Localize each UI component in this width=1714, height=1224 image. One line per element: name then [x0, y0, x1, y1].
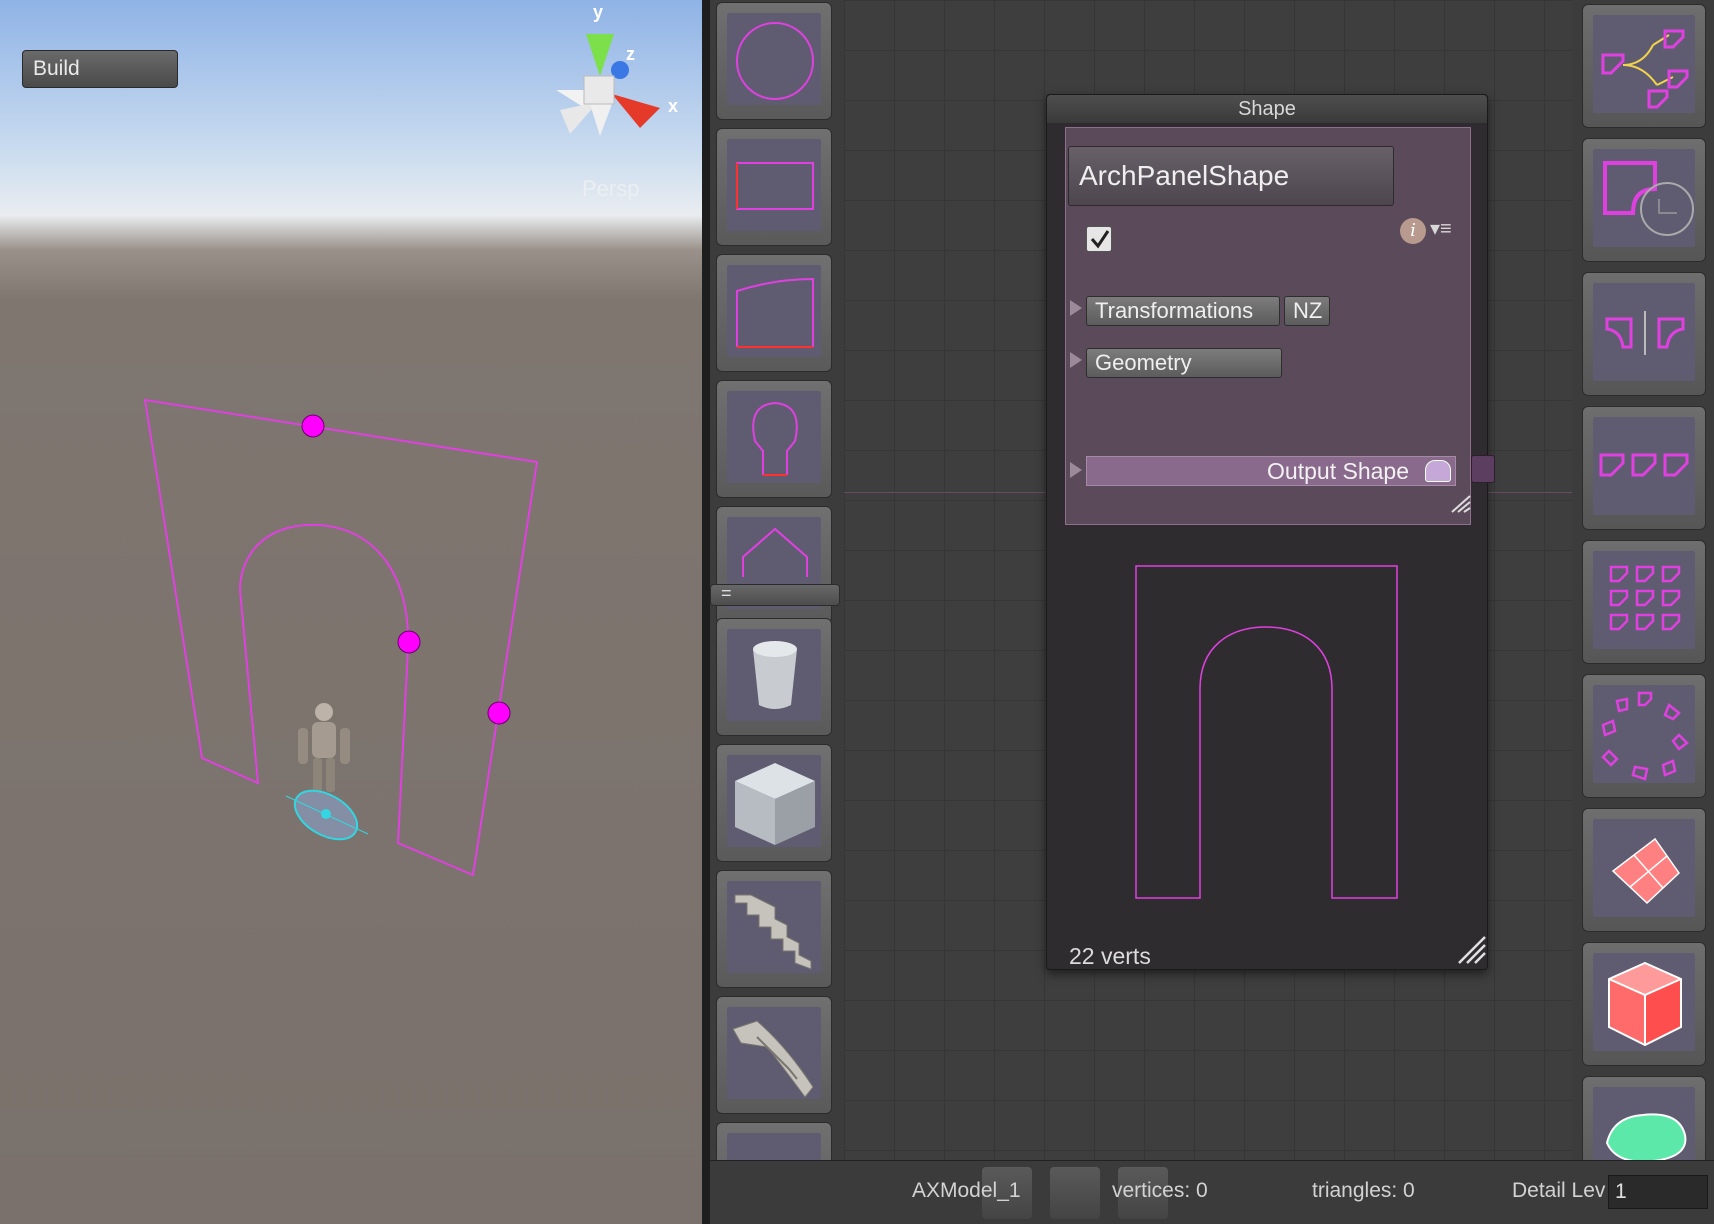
- transformations-foldout-arrow-icon[interactable]: [1070, 300, 1082, 316]
- plane-icon: [1611, 837, 1680, 905]
- axis-label-y: y: [593, 2, 604, 22]
- dropdown-menu-icon[interactable]: ▾≡: [1430, 216, 1452, 241]
- freeform-shape-icon: [1605, 1113, 1687, 1160]
- keyhole-shape-icon: [752, 401, 798, 476]
- palette-item-freeform[interactable]: [1582, 1076, 1706, 1160]
- axis-label-z: z: [626, 44, 635, 64]
- shape-merge-icon: [1601, 29, 1689, 109]
- shape-name-field[interactable]: ArchPanelShape: [1068, 146, 1394, 206]
- enabled-checkbox[interactable]: [1086, 226, 1112, 252]
- character-figure: [298, 703, 350, 792]
- circle-shape-icon: [736, 22, 814, 100]
- geometry-foldout-arrow-icon[interactable]: [1070, 352, 1082, 368]
- node-resize-grip-icon[interactable]: [1457, 935, 1487, 965]
- curved-stairs-mesh-icon: [732, 1020, 814, 1098]
- palette-item-linear-repeat[interactable]: [1582, 406, 1706, 530]
- palette-item-radial-repeat[interactable]: [1582, 674, 1706, 798]
- output-foldout-arrow-icon[interactable]: [1070, 462, 1082, 478]
- vertex-count: 22 verts: [1069, 943, 1151, 969]
- library-item-pentagon[interactable]: [716, 506, 832, 624]
- palette-item-grid-repeat[interactable]: [1582, 540, 1706, 664]
- status-bar: AXModel_1 vertices: 0 triangles: 0 Detai…: [710, 1160, 1714, 1224]
- shape-preview: [1135, 565, 1398, 899]
- scene-view[interactable]: y z x Build Persp: [0, 0, 702, 1224]
- resize-grip-icon[interactable]: [1450, 494, 1472, 514]
- rectangle-shape-icon: [736, 162, 814, 210]
- library-item-partial[interactable]: [716, 1122, 832, 1160]
- panel-divider[interactable]: [702, 0, 710, 1224]
- output-shape-row[interactable]: Output Shape: [1086, 456, 1456, 486]
- library-item-rectangle[interactable]: [716, 128, 832, 246]
- palette-item-plane[interactable]: [1582, 808, 1706, 932]
- stairs-mesh-icon: [734, 894, 812, 970]
- geometry-button[interactable]: Geometry: [1086, 348, 1282, 378]
- info-icon[interactable]: i: [1400, 218, 1426, 244]
- library-item-cylinder[interactable]: [716, 618, 832, 736]
- transformations-button[interactable]: Transformations: [1086, 296, 1280, 326]
- library-separator[interactable]: =: [710, 583, 840, 606]
- library-item-curved-top[interactable]: [716, 254, 832, 372]
- library-item-stairs[interactable]: [716, 870, 832, 988]
- node-title[interactable]: Shape: [1047, 95, 1487, 123]
- library-item-keyhole[interactable]: [716, 380, 832, 498]
- axis-gizmo: [556, 34, 660, 136]
- shape-library: =: [710, 0, 844, 1160]
- shape-offset-icon: [1603, 161, 1694, 236]
- mirror-icon: [1605, 311, 1685, 355]
- box-icon: [1608, 961, 1682, 1047]
- detail-level-label: Detail Lev: [1512, 1179, 1606, 1202]
- curved-top-shape-icon: [736, 277, 814, 348]
- checkmark-icon: [1090, 230, 1110, 249]
- graph-editor[interactable]: Shape ArchPanelShape i ▾≡ Transformation…: [844, 0, 1572, 1160]
- scene-handle: [397, 630, 421, 654]
- output-shape-label: Output Shape: [1267, 458, 1409, 484]
- scene-handle: [487, 701, 511, 725]
- cylinder-mesh-icon: [753, 641, 797, 709]
- library-item-circle[interactable]: [716, 2, 832, 120]
- triangles-count: triangles: 0: [1312, 1179, 1415, 1202]
- export-icon[interactable]: [1050, 1167, 1100, 1219]
- palette-item-box[interactable]: [1582, 942, 1706, 1066]
- detail-level-input[interactable]: 1: [1608, 1175, 1708, 1209]
- app-root: y z x Build Persp = Shape ArchPanelShape…: [0, 0, 1714, 1224]
- axis-label-x: x: [668, 96, 679, 116]
- scene-handle: [301, 414, 325, 438]
- library-item-cube[interactable]: [716, 744, 832, 862]
- palette-item-mirror[interactable]: [1582, 272, 1706, 396]
- node-body: ArchPanelShape i ▾≡ Transformations NZ G…: [1065, 127, 1471, 525]
- palette-item-offset[interactable]: [1582, 138, 1706, 262]
- vertices-count: vertices: 0: [1112, 1179, 1208, 1202]
- palette-item-merge[interactable]: [1582, 4, 1706, 128]
- shape-node[interactable]: Shape ArchPanelShape i ▾≡ Transformation…: [1046, 94, 1495, 970]
- nz-button[interactable]: NZ: [1284, 296, 1330, 326]
- linear-repeat-icon: [1599, 453, 1689, 477]
- output-port[interactable]: [1471, 455, 1495, 483]
- radial-repeat-icon: [1601, 691, 1689, 781]
- library-item-curved-stairs[interactable]: [716, 996, 832, 1114]
- operator-palette: [1572, 0, 1714, 1160]
- perspective-label[interactable]: Persp: [582, 176, 639, 202]
- model-name: AXModel_1: [912, 1179, 1021, 1202]
- grid-repeat-icon: [1609, 565, 1681, 631]
- build-button[interactable]: Build: [22, 50, 178, 88]
- arch-shape-icon: [1425, 460, 1451, 482]
- cube-mesh-icon: [735, 763, 815, 845]
